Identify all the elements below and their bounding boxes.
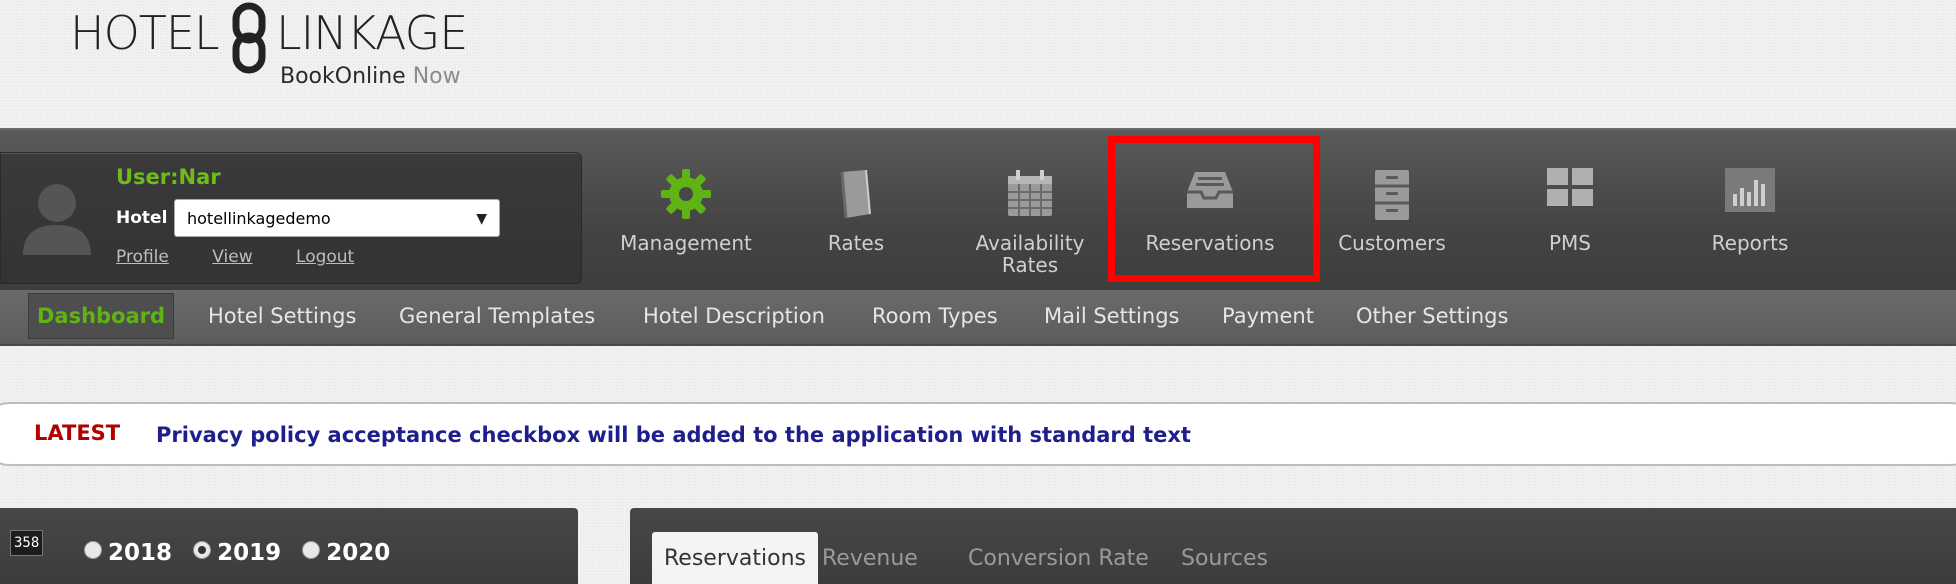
sub-navigation: Dashboard Hotel Settings General Templat… <box>0 290 1956 346</box>
year-filter-panel: 358 2018 2019 2020 <box>0 508 578 584</box>
logo-tagline: BookOnline Now <box>280 64 461 89</box>
year-option-2018[interactable]: 2018 <box>84 540 172 566</box>
tab-sources[interactable]: Sources <box>1181 532 1268 584</box>
subnav-room-types[interactable]: Room Types <box>872 290 998 342</box>
tagline-now: Now <box>412 64 461 89</box>
subnav-payment[interactable]: Payment <box>1222 290 1314 342</box>
year-label-2019: 2019 <box>217 540 282 566</box>
radio-2020[interactable] <box>302 540 321 559</box>
dropdown-arrow-icon: ▼ <box>476 211 487 227</box>
counter-display: 358 <box>10 530 44 556</box>
logo-word-linkage: LINKAGE <box>276 6 468 60</box>
nav-management-label: Management <box>620 231 752 255</box>
subnav-hotel-settings[interactable]: Hotel Settings <box>208 290 356 342</box>
nav-management[interactable]: Management <box>600 130 772 286</box>
nav-rates-label: Rates <box>827 231 885 255</box>
year-option-2019[interactable]: 2019 <box>193 540 281 566</box>
hotel-select-value: hotellinkagedemo <box>187 209 331 228</box>
nav-pms[interactable]: PMS <box>1484 130 1656 286</box>
gear-icon <box>661 169 711 219</box>
hotel-select[interactable]: hotellinkagedemo ▼ <box>174 199 500 237</box>
user-links: Profile View Logout <box>116 247 392 267</box>
nav-availability-line1: Availability <box>975 231 1085 255</box>
nav-customers-label: Customers <box>1338 231 1446 255</box>
tab-conversion-rate[interactable]: Conversion Rate <box>968 532 1149 584</box>
news-ticker: LATEST Privacy policy acceptance checkbo… <box>0 402 1956 466</box>
bar-chart-icon <box>1725 168 1775 212</box>
nav-rates[interactable]: Rates <box>770 130 942 286</box>
stats-panel: Reservations Revenue Conversion Rate Sou… <box>630 508 1956 584</box>
nav-availability-line2: Rates <box>1001 253 1059 277</box>
nav-pms-label: PMS <box>1548 231 1591 255</box>
ticker-message[interactable]: Privacy policy acceptance checkbox will … <box>156 423 1191 447</box>
reservations-highlight-box <box>1108 136 1320 282</box>
year-radio-group: 2018 2019 2020 <box>84 540 406 566</box>
year-label-2018: 2018 <box>108 540 173 566</box>
profile-link[interactable]: Profile <box>116 247 169 267</box>
nav-reports[interactable]: Reports <box>1664 130 1836 286</box>
nav-customers[interactable]: Customers <box>1306 130 1478 286</box>
subnav-mail-settings[interactable]: Mail Settings <box>1044 290 1179 342</box>
grid-tiles-icon <box>1547 168 1593 206</box>
user-panel: User:Nar Hotel hotellinkagedemo ▼ Profil… <box>0 152 582 284</box>
subnav-dashboard[interactable]: Dashboard <box>28 293 175 339</box>
chain-link-icon <box>232 2 266 74</box>
username-label: User:Nar <box>116 165 221 189</box>
nav-availability-label: Availability Rates <box>944 232 1116 276</box>
tab-reservations[interactable]: Reservations <box>652 532 818 584</box>
tagline-bookonline: BookOnline <box>280 64 406 89</box>
view-link[interactable]: View <box>212 247 252 267</box>
subnav-hotel-description[interactable]: Hotel Description <box>643 290 825 342</box>
year-option-2020[interactable]: 2020 <box>302 540 390 566</box>
logo-word-hotel: HOTEL <box>70 6 220 60</box>
ticker-label: LATEST <box>34 421 121 445</box>
tab-revenue[interactable]: Revenue <box>822 532 918 584</box>
book-icon <box>840 169 871 219</box>
logout-link[interactable]: Logout <box>296 247 354 267</box>
radio-2018[interactable] <box>84 540 102 559</box>
user-avatar-icon <box>23 184 91 255</box>
top-navigation-bar: User:Nar Hotel hotellinkagedemo ▼ Profil… <box>0 128 1956 292</box>
radio-2019[interactable] <box>193 540 212 559</box>
hotel-linkage-logo[interactable]: HOTEL LINKAGE BookOnline Now <box>70 2 490 92</box>
nav-reports-label: Reports <box>1711 231 1789 255</box>
filing-cabinet-icon <box>1375 170 1409 220</box>
nav-availability-rates[interactable]: Availability Rates <box>944 130 1116 286</box>
calendar-icon <box>1008 170 1052 216</box>
subnav-general-templates[interactable]: General Templates <box>399 290 595 342</box>
subnav-other-settings[interactable]: Other Settings <box>1356 290 1508 342</box>
hotel-label: Hotel <box>116 208 168 228</box>
year-label-2020: 2020 <box>326 540 391 566</box>
